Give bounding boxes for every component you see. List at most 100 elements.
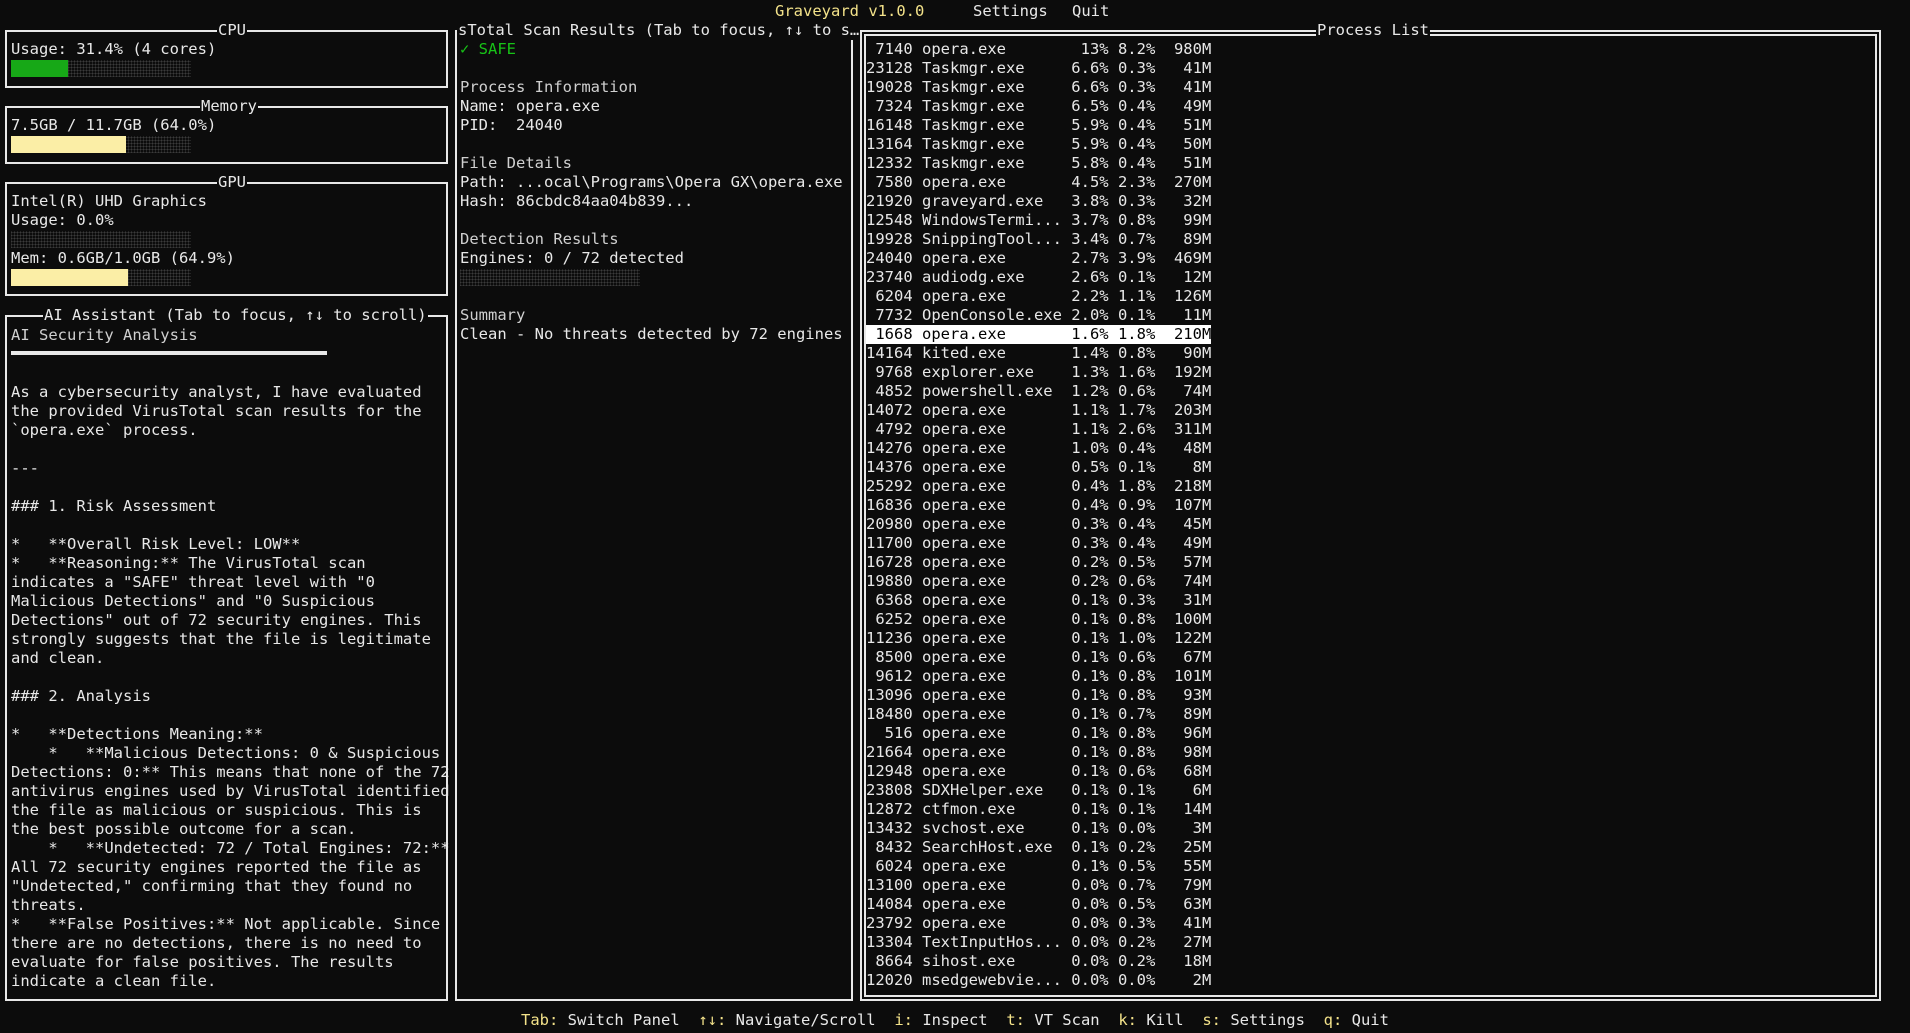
- ai-text-line: [11, 516, 450, 535]
- process-row[interactable]: 20980 opera.exe 0.3% 0.4% 45M: [866, 515, 1211, 534]
- process-row[interactable]: 8664 sihost.exe 0.0% 0.2% 18M: [866, 952, 1211, 971]
- process-row[interactable]: 21664 opera.exe 0.1% 0.8% 98M: [866, 743, 1211, 762]
- ai-assistant-panel[interactable]: AI Assistant (Tab to focus, ↑↓ to scroll…: [5, 306, 450, 1001]
- ai-analysis-text: As a cybersecurity analyst, I have evalu…: [11, 345, 450, 991]
- process-row[interactable]: 16836 opera.exe 0.4% 0.9% 107M: [866, 496, 1211, 515]
- process-row[interactable]: 16148 Taskmgr.exe 5.9% 0.4% 51M: [866, 116, 1211, 135]
- process-row[interactable]: 16728 opera.exe 0.2% 0.5% 57M: [866, 553, 1211, 572]
- gpu-usage-text: Usage: 0.0%: [11, 211, 114, 229]
- footer-key: Tab:: [521, 1011, 559, 1029]
- footer-key: t:: [1006, 1011, 1025, 1029]
- ai-text-line: ### 1. Risk Assessment: [11, 497, 217, 515]
- ai-text-line: threats.: [11, 896, 86, 914]
- process-row[interactable]: 14376 opera.exe 0.5% 0.1% 8M: [866, 458, 1211, 477]
- process-row[interactable]: 12872 ctfmon.exe 0.1% 0.1% 14M: [866, 800, 1211, 819]
- detection-bar: [460, 269, 640, 286]
- cpu-usage-bar-fill: [11, 60, 68, 77]
- menu-quit[interactable]: Quit: [1072, 2, 1109, 21]
- process-row[interactable]: 14072 opera.exe 1.1% 1.7% 203M: [866, 401, 1211, 420]
- gpu-mem-bar: [11, 269, 191, 286]
- ai-text-line: the provided VirusTotal scan results for…: [11, 402, 422, 420]
- process-row[interactable]: 8432 SearchHost.exe 0.1% 0.2% 25M: [866, 838, 1211, 857]
- footer-label: Quit: [1342, 1011, 1389, 1029]
- process-row[interactable]: 23808 SDXHelper.exe 0.1% 0.1% 6M: [866, 781, 1211, 800]
- process-row[interactable]: 6024 opera.exe 0.1% 0.5% 55M: [866, 857, 1211, 876]
- gpu-panel: GPU Intel(R) UHD Graphics Usage: 0.0% Me…: [5, 173, 448, 296]
- process-row[interactable]: 12948 opera.exe 0.1% 0.6% 68M: [866, 762, 1211, 781]
- footer-label: Kill: [1136, 1011, 1203, 1029]
- process-row[interactable]: 18480 opera.exe 0.1% 0.7% 89M: [866, 705, 1211, 724]
- gpu-usage-bar: [11, 231, 191, 248]
- footer-key: i:: [894, 1011, 913, 1029]
- process-row[interactable]: 13100 opera.exe 0.0% 0.7% 79M: [866, 876, 1211, 895]
- process-row[interactable]: 11236 opera.exe 0.1% 1.0% 122M: [866, 629, 1211, 648]
- footer-label: Inspect: [912, 1011, 1007, 1029]
- process-row[interactable]: 7580 opera.exe 4.5% 2.3% 270M: [866, 173, 1211, 192]
- file-details-label: File Details: [460, 154, 572, 172]
- process-row[interactable]: 14164 kited.exe 1.4% 0.8% 90M: [866, 344, 1211, 363]
- process-row[interactable]: 7732 OpenConsole.exe 2.0% 0.1% 11M: [866, 306, 1211, 325]
- process-row[interactable]: 13304 TextInputHos... 0.0% 0.2% 27M: [866, 933, 1211, 952]
- process-row[interactable]: 6368 opera.exe 0.1% 0.3% 31M: [866, 591, 1211, 610]
- vt-results-title: sTotal Scan Results (Tab to focus, ↑↓ to…: [457, 21, 861, 40]
- gpu-mem-bar-fill: [11, 269, 128, 286]
- process-row[interactable]: 11700 opera.exe 0.3% 0.4% 49M: [866, 534, 1211, 553]
- process-row[interactable]: 8500 opera.exe 0.1% 0.6% 67M: [866, 648, 1211, 667]
- process-row[interactable]: 4852 powershell.exe 1.2% 0.6% 74M: [866, 382, 1211, 401]
- footer-label: VT Scan: [1024, 1011, 1119, 1029]
- gpu-name: Intel(R) UHD Graphics: [11, 192, 207, 210]
- process-row[interactable]: 19880 opera.exe 0.2% 0.6% 74M: [866, 572, 1211, 591]
- ai-text-line: evaluate for false positives. The result…: [11, 953, 394, 971]
- process-table[interactable]: 7140 opera.exe 13% 8.2% 980M 23128 Taskmg…: [866, 40, 1212, 990]
- process-row[interactable]: 516 opera.exe 0.1% 0.8% 96M: [866, 724, 1212, 743]
- process-row[interactable]: 19028 Taskmgr.exe 6.6% 0.3% 41M: [866, 78, 1211, 97]
- memory-usage-text: 7.5GB / 11.7GB (64.0%): [11, 116, 217, 134]
- process-info-label: Process Information: [460, 78, 638, 96]
- vt-results-panel[interactable]: sTotal Scan Results (Tab to focus, ↑↓ to…: [455, 21, 861, 1001]
- ai-text-line: strongly suggests that the file is legit…: [11, 630, 431, 648]
- ai-text-line: indicates a "SAFE" threat level with "0: [11, 573, 375, 591]
- cpu-panel-title: CPU: [217, 21, 247, 40]
- process-row[interactable]: 9768 explorer.exe 1.3% 1.6% 192M: [866, 363, 1211, 382]
- process-list-panel[interactable]: Process List 7140 opera.exe 13% 8.2% 980…: [860, 21, 1881, 1001]
- footer-label: Settings: [1220, 1011, 1324, 1029]
- process-row[interactable]: 19928 SnippingTool... 3.4% 0.7% 89M: [866, 230, 1211, 249]
- footer-key: q:: [1323, 1011, 1343, 1029]
- process-row[interactable]: 6252 opera.exe 0.1% 0.8% 100M: [866, 610, 1211, 629]
- memory-panel: Memory 7.5GB / 11.7GB (64.0%): [5, 97, 448, 164]
- ai-text-line: * **Malicious Detections: 0 & Suspicious: [11, 744, 441, 762]
- process-row[interactable]: 7140 opera.exe 13% 8.2% 980M: [866, 40, 1211, 59]
- process-row[interactable]: 7324 Taskmgr.exe 6.5% 0.4% 49M: [866, 97, 1211, 116]
- process-row[interactable]: 13164 Taskmgr.exe 5.9% 0.4% 50M: [866, 135, 1211, 154]
- process-row[interactable]: 21920 graveyard.exe 3.8% 0.3% 32M: [866, 192, 1211, 211]
- process-row[interactable]: 14276 opera.exe 1.0% 0.4% 48M: [866, 439, 1211, 458]
- process-row[interactable]: 12020 msedgewebvie... 0.0% 0.0% 2M: [866, 971, 1211, 990]
- process-row[interactable]: 24040 opera.exe 2.7% 3.9% 469M: [866, 249, 1211, 268]
- ai-text-line: All 72 security engines reported the fil…: [11, 858, 422, 876]
- ai-text-line: [11, 440, 450, 459]
- process-row[interactable]: 13096 opera.exe 0.1% 0.8% 93M: [866, 686, 1211, 705]
- process-row[interactable]: 12548 WindowsTermi... 3.7% 0.8% 99M: [866, 211, 1211, 230]
- process-row[interactable]: 23792 opera.exe 0.0% 0.3% 41M: [866, 914, 1211, 933]
- process-row-selected[interactable]: 1668 opera.exe 1.6% 1.8% 210M: [866, 325, 1212, 344]
- ai-text-line: Detections" out of 72 security engines. …: [11, 611, 422, 629]
- file-hash: Hash: 86cbdc84aa04b839...: [460, 192, 694, 210]
- process-row[interactable]: 4792 opera.exe 1.1% 2.6% 311M: [866, 420, 1211, 439]
- process-row[interactable]: 6204 opera.exe 2.2% 1.1% 126M: [866, 287, 1211, 306]
- ai-text-line: * **Reasoning:** The VirusTotal scan: [11, 554, 366, 572]
- process-row[interactable]: 14084 opera.exe 0.0% 0.5% 63M: [866, 895, 1211, 914]
- ai-text-line: the best possible outcome for a scan.: [11, 820, 357, 838]
- cpu-usage-bar: [11, 60, 191, 77]
- process-list-title: Process List: [1316, 21, 1430, 40]
- ai-text-line: [11, 706, 450, 725]
- menu-settings[interactable]: Settings: [973, 2, 1048, 21]
- process-row[interactable]: 12332 Taskmgr.exe 5.8% 0.4% 51M: [866, 154, 1211, 173]
- gpu-mem-text: Mem: 0.6GB/1.0GB (64.9%): [11, 249, 235, 267]
- process-row[interactable]: 9612 opera.exe 0.1% 0.8% 101M: [866, 667, 1211, 686]
- process-row[interactable]: 23740 audiodg.exe 2.6% 0.1% 12M: [866, 268, 1211, 287]
- process-row[interactable]: 25292 opera.exe 0.4% 1.8% 218M: [866, 477, 1211, 496]
- process-row[interactable]: 13432 svchost.exe 0.1% 0.0% 3M: [866, 819, 1211, 838]
- file-path: Path: ...ocal\Programs\Opera GX\opera.ex…: [460, 173, 843, 191]
- memory-usage-bar: [11, 136, 191, 153]
- process-row[interactable]: 23128 Taskmgr.exe 6.6% 0.3% 41M: [866, 59, 1211, 78]
